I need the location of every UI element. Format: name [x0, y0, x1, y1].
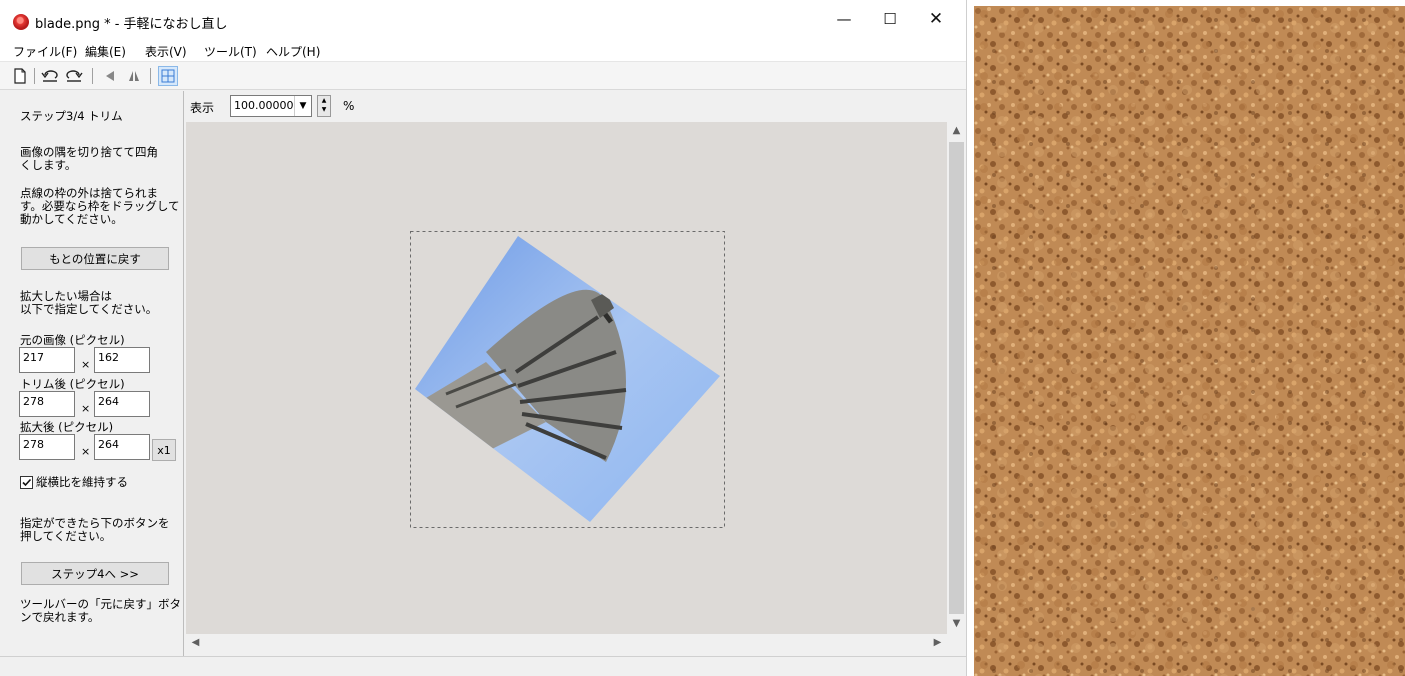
undo-info-line: ンで戻れます。: [20, 610, 100, 624]
zoom-spinner[interactable]: ▲ ▼: [317, 95, 331, 117]
title-bar[interactable]: blade.png * - 手軽になおし直し — ☐ ✕: [0, 0, 966, 38]
new-file-icon[interactable]: [10, 66, 30, 86]
menu-view[interactable]: 表示(V): [145, 43, 187, 60]
times-sign: ×: [81, 445, 91, 458]
enlarged-width-field[interactable]: 278: [19, 434, 75, 460]
status-bar: [0, 656, 966, 676]
trim-height-field[interactable]: 264: [94, 391, 150, 417]
rotate-right-icon[interactable]: [64, 66, 84, 86]
zoom-label: 表示: [190, 101, 215, 115]
description-line: 動かしてください。: [20, 212, 123, 226]
keep-aspect-checkbox[interactable]: [20, 476, 33, 489]
flip-horizontal-icon[interactable]: [100, 66, 120, 86]
menu-help[interactable]: ヘルプ(H): [266, 43, 320, 60]
original-height-field[interactable]: 162: [94, 347, 150, 373]
chevron-down-icon[interactable]: ▼: [294, 96, 311, 116]
maximize-button[interactable]: ☐: [867, 0, 913, 38]
original-size-label: 元の画像 (ピクセル): [20, 333, 125, 347]
zoom-unit: %: [343, 99, 355, 113]
step-title: ステップ3/4 トリム: [20, 109, 123, 123]
vertical-scrollbar[interactable]: ▲ ▼: [947, 122, 966, 634]
toolbar-separator: [34, 68, 35, 84]
minimize-button[interactable]: —: [821, 0, 867, 38]
window-title: blade.png * - 手軽になおし直し: [35, 17, 228, 32]
zoom-value: 100.00000: [234, 99, 294, 112]
scroll-right-icon[interactable]: ▶: [928, 637, 947, 648]
grid-icon[interactable]: [158, 66, 178, 86]
image-canvas[interactable]: [186, 122, 947, 634]
toolbar-separator: [150, 68, 151, 84]
horizontal-scrollbar[interactable]: ◀ ▶: [186, 634, 947, 654]
trim-width-field[interactable]: 278: [19, 391, 75, 417]
enlarged-height-field[interactable]: 264: [94, 434, 150, 460]
menu-tools[interactable]: ツール(T): [204, 43, 257, 60]
app-window: blade.png * - 手軽になおし直し — ☐ ✕ ファイル(F) 編集(…: [0, 0, 967, 676]
times-sign: ×: [81, 358, 91, 371]
menu-edit[interactable]: 編集(E): [85, 43, 126, 60]
rotate-left-icon[interactable]: [40, 66, 60, 86]
enlarged-size-label: 拡大後 (ピクセル): [20, 420, 114, 434]
cork-texture: [974, 6, 1405, 676]
flip-vertical-icon[interactable]: [124, 66, 144, 86]
zoom-bar: 表示 100.00000 ▼ ▲ ▼ %: [185, 91, 966, 121]
scroll-down-icon[interactable]: ▼: [947, 618, 966, 629]
description-line: くします。: [20, 158, 77, 172]
menu-file[interactable]: ファイル(F): [13, 43, 77, 60]
keep-aspect-label[interactable]: 縦横比を維持する: [36, 476, 128, 489]
enlarge-info-line: 以下で指定してください。: [20, 302, 158, 316]
rotated-image-preview: [410, 231, 725, 528]
app-icon: [13, 14, 29, 30]
times-sign: ×: [81, 402, 91, 415]
trim-size-label: トリム後 (ピクセル): [20, 377, 125, 391]
scale-x1-button[interactable]: x1: [152, 439, 176, 461]
scroll-up-icon[interactable]: ▲: [947, 125, 966, 136]
toolbar: [0, 62, 966, 90]
scrollbar-thumb[interactable]: [949, 142, 964, 614]
zoom-select[interactable]: 100.00000 ▼: [230, 95, 312, 117]
cork-texture-preview: [974, 6, 1405, 676]
reset-position-button[interactable]: もとの位置に戻す: [21, 247, 169, 270]
original-width-field[interactable]: 217: [19, 347, 75, 373]
menu-bar: ファイル(F) 編集(E) 表示(V) ツール(T) ヘルプ(H): [0, 38, 966, 62]
close-button[interactable]: ✕: [913, 0, 959, 38]
scroll-left-icon[interactable]: ◀: [186, 637, 205, 648]
next-info-line: 押してください。: [20, 529, 112, 543]
toolbar-separator: [92, 68, 93, 84]
next-step-button[interactable]: ステップ4へ >>: [21, 562, 169, 585]
